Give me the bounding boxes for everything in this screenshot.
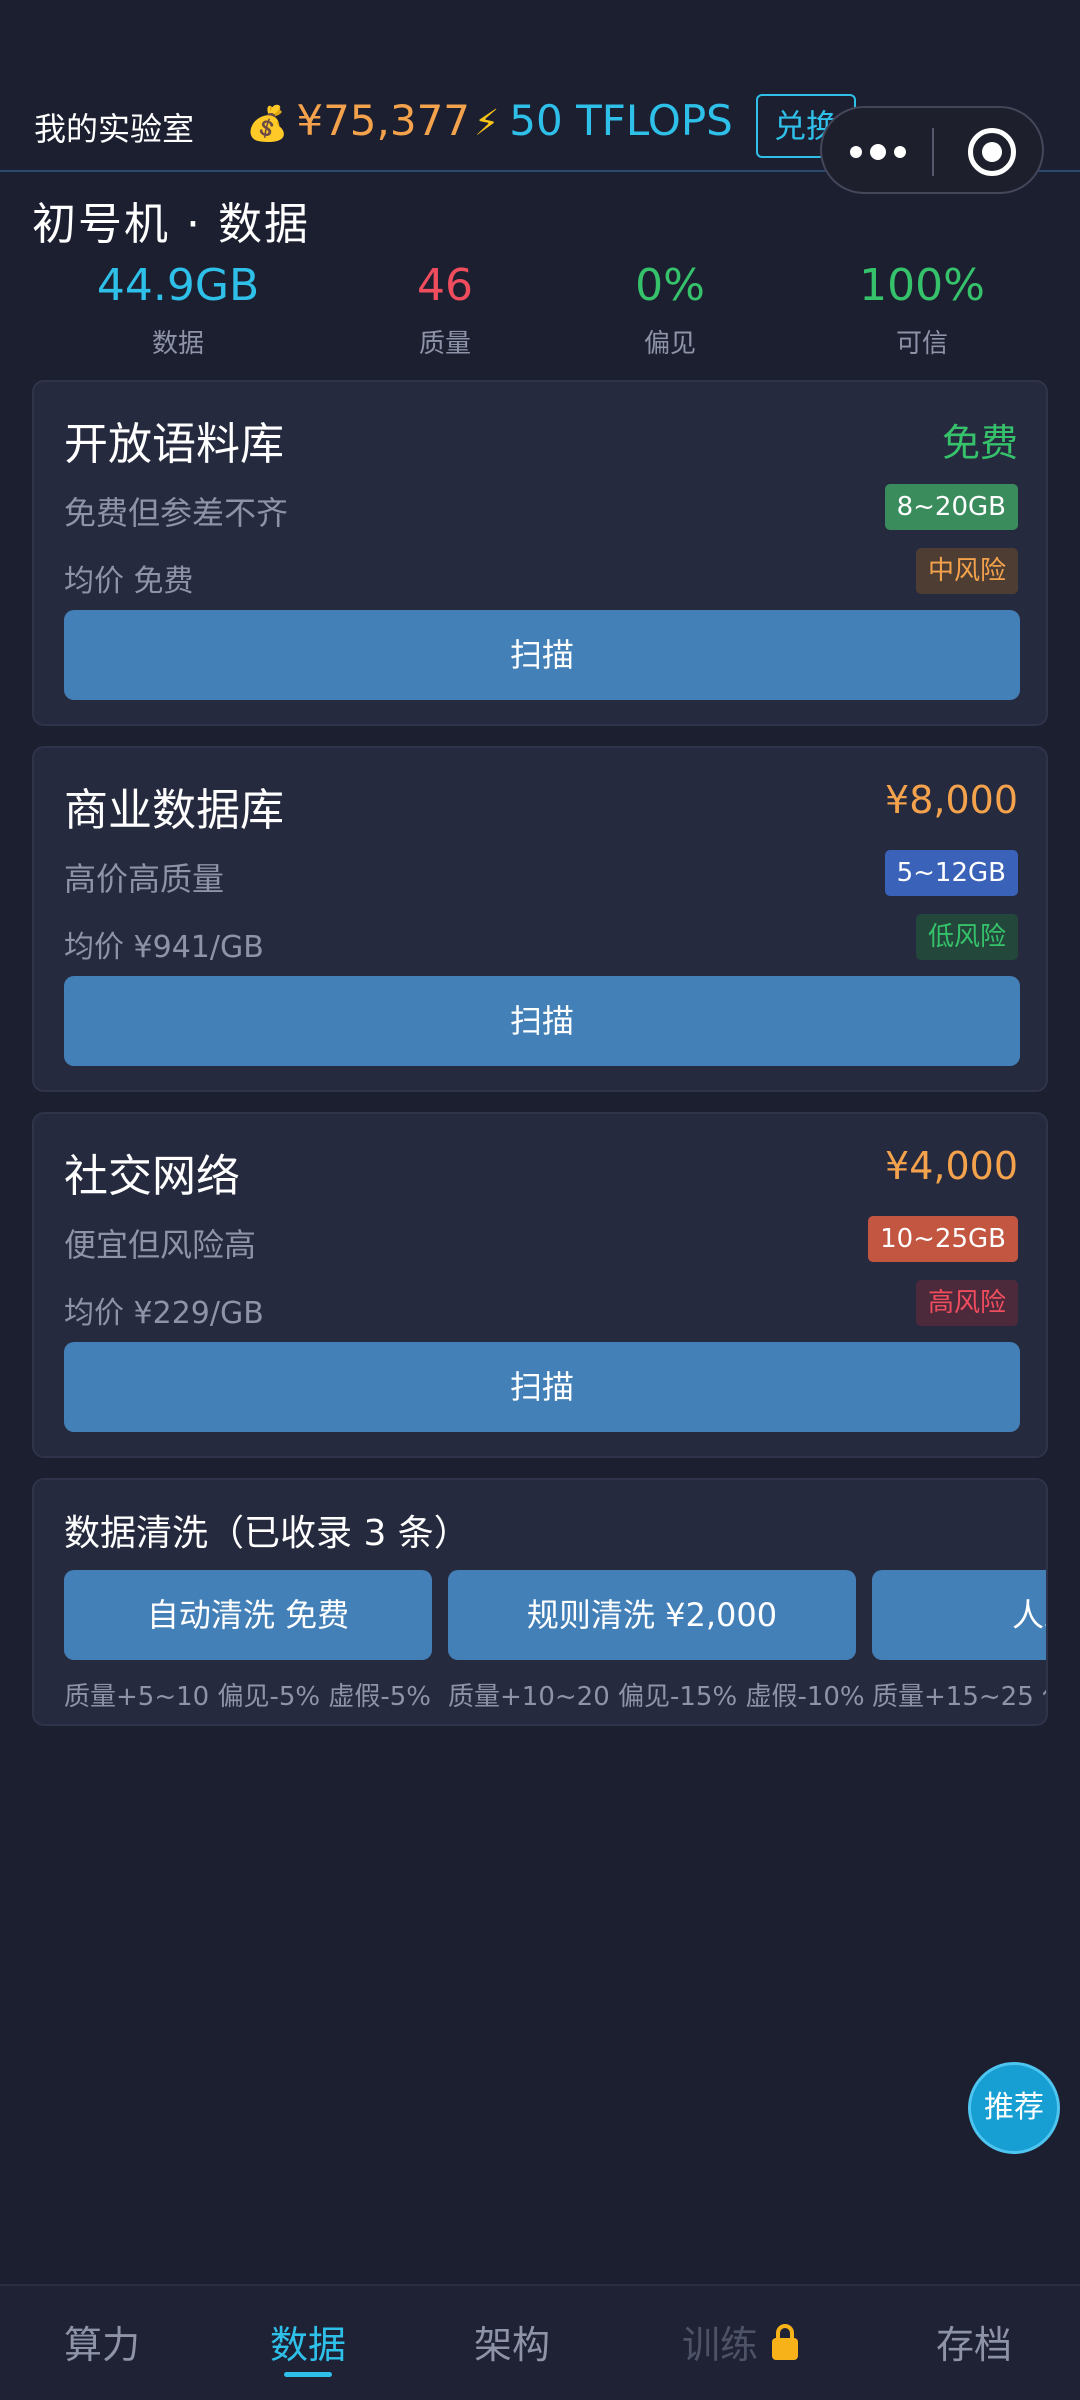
scan-button[interactable]: 扫描: [64, 1342, 1020, 1432]
stat-value: 46: [417, 260, 473, 311]
risk-badge: 中风险: [915, 548, 1018, 594]
source-price: 免费: [941, 421, 1018, 465]
money-display: 💰 ¥75,377: [246, 96, 470, 145]
rule-clean-button[interactable]: 规则清洗 ¥2,000: [448, 1570, 856, 1660]
stat-label: 可信: [895, 329, 948, 359]
source-price: ¥8,000: [885, 778, 1018, 822]
nav-training-label: 训练: [681, 2323, 758, 2367]
miniprogram-capsule: [820, 106, 1044, 194]
page-title: 初号机 · 数据: [32, 199, 310, 250]
scan-button[interactable]: 扫描: [64, 610, 1020, 700]
scan-button[interactable]: 扫描: [64, 976, 1020, 1066]
risk-badge: 低风险: [915, 914, 1018, 960]
stat-value: 0%: [635, 260, 705, 311]
flops-value: 50 TFLOPS: [509, 96, 733, 145]
nav-compute[interactable]: 算力: [2, 2314, 202, 2369]
auto-clean-button[interactable]: 自动清洗 免费: [64, 1570, 432, 1660]
source-card-commercial-db: 商业数据库 ¥8,000 高价高质量 5~12GB 均价 ¥941/GB 低风险…: [32, 746, 1048, 1092]
bottom-nav: 算力 数据 架构 训练 存档: [0, 2284, 1080, 2400]
money-bag-icon: 💰: [246, 104, 289, 144]
recommend-button[interactable]: 推荐: [968, 2062, 1060, 2154]
nav-training[interactable]: 训练: [640, 2314, 840, 2369]
risk-badge: 高风险: [915, 1280, 1018, 1326]
stat-label: 偏见: [643, 329, 696, 359]
close-target-icon[interactable]: [968, 128, 1016, 176]
lightning-icon: ⚡: [474, 103, 500, 144]
size-badge: 5~12GB: [884, 850, 1018, 896]
size-badge: 8~20GB: [884, 484, 1018, 530]
source-avg-price: 均价 免费: [64, 564, 194, 599]
source-name: 社交网络: [64, 1151, 240, 1202]
rule-clean-effects: 质量+10~20 偏见-15% 虚假-10%: [448, 1682, 865, 1712]
stat-data: 44.9GB 数据: [68, 260, 288, 360]
source-card-social-network: 社交网络 ¥4,000 便宜但风险高 10~25GB 均价 ¥229/GB 高风…: [32, 1112, 1048, 1458]
stat-label: 数据: [151, 329, 204, 359]
manual-review-button[interactable]: 人工审核: [872, 1570, 1046, 1660]
cleaning-title: 数据清洗（已收录 3 条）: [64, 1513, 470, 1554]
nav-data[interactable]: 数据: [208, 2314, 408, 2369]
source-name: 开放语料库: [64, 419, 284, 470]
manual-review-effects: 质量+15~25 偏见: [872, 1682, 1046, 1712]
nav-architecture[interactable]: 架构: [412, 2314, 612, 2369]
source-desc: 便宜但风险高: [64, 1226, 257, 1264]
stat-credibility: 100% 可信: [812, 260, 1032, 360]
stat-quality: 46 质量: [335, 260, 555, 360]
auto-clean-effects: 质量+5~10 偏见-5% 虚假-5%: [64, 1682, 431, 1712]
lab-title: 我的实验室: [34, 110, 195, 148]
data-cleaning-section: 数据清洗（已收录 3 条） 自动清洗 免费 质量+5~10 偏见-5% 虚假-5…: [32, 1478, 1048, 1726]
money-value: ¥75,377: [296, 96, 471, 145]
capsule-divider: [932, 128, 934, 176]
source-avg-price: 均价 ¥229/GB: [64, 1296, 264, 1331]
flops-display: ⚡ 50 TFLOPS: [474, 96, 733, 145]
active-tab-indicator: [284, 2372, 332, 2377]
lock-icon: [772, 2324, 798, 2360]
source-desc: 免费但参差不齐: [64, 494, 289, 532]
stats-row: 44.9GB 数据 46 质量 0% 偏见 100% 可信: [0, 260, 1080, 360]
source-card-open-corpus: 开放语料库 免费 免费但参差不齐 8~20GB 均价 免费 中风险 扫描: [32, 380, 1048, 726]
source-avg-price: 均价 ¥941/GB: [64, 930, 264, 965]
size-badge: 10~25GB: [868, 1216, 1018, 1262]
stat-value: 100%: [859, 260, 985, 311]
stat-label: 质量: [418, 329, 471, 359]
stat-value: 44.9GB: [96, 260, 260, 311]
source-name: 商业数据库: [64, 785, 284, 836]
stat-bias: 0% 偏见: [560, 260, 780, 360]
more-icon[interactable]: [850, 136, 910, 166]
source-desc: 高价高质量: [64, 860, 225, 898]
source-price: ¥4,000: [885, 1144, 1018, 1188]
nav-archive[interactable]: 存档: [874, 2314, 1074, 2369]
